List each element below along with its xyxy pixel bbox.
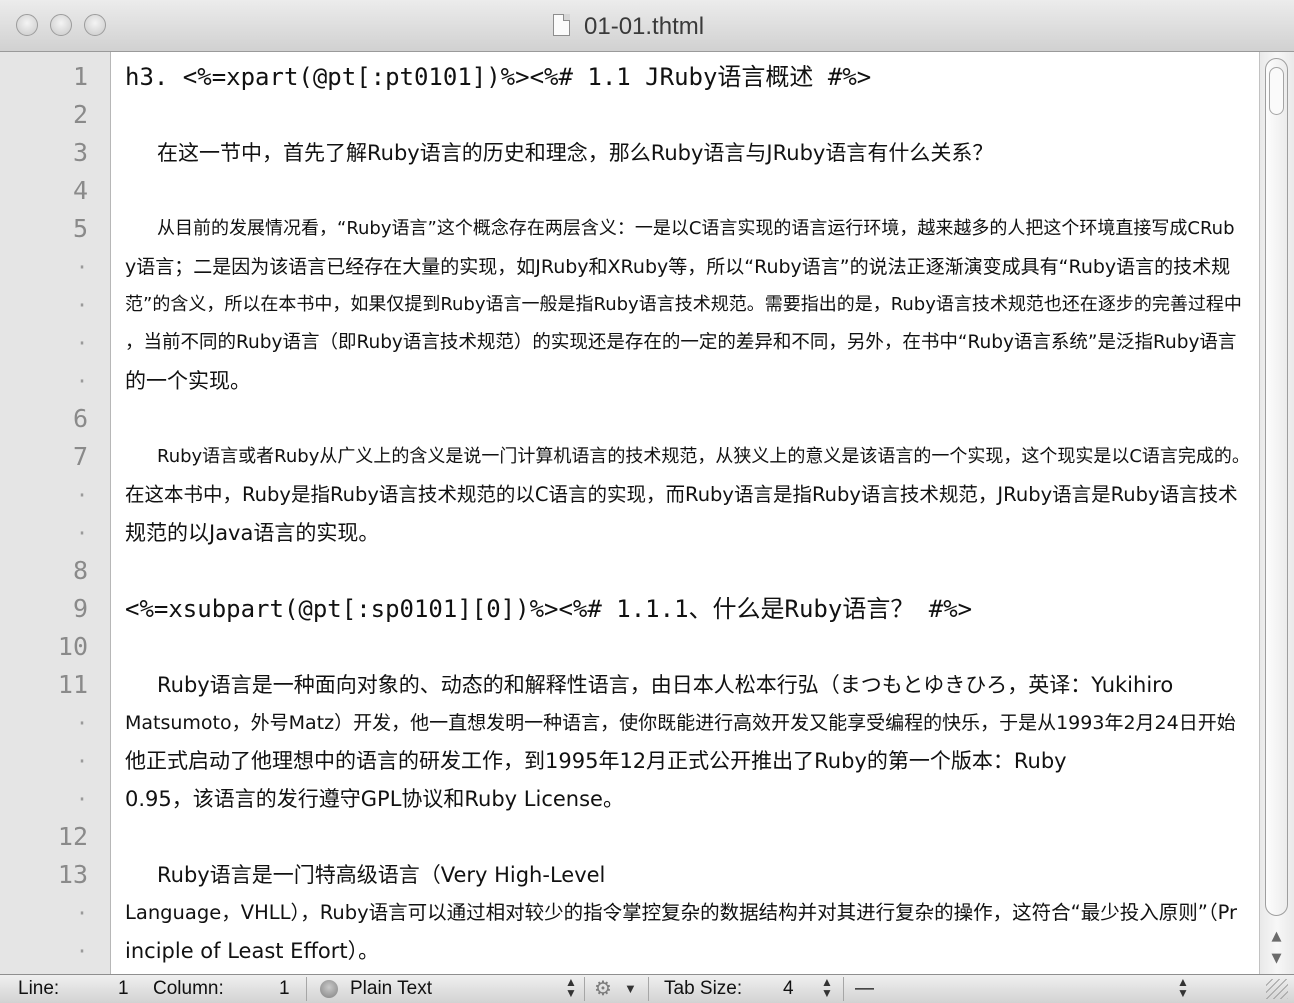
text-line: 的一个实现。 (125, 369, 251, 393)
line-number: · (75, 483, 88, 507)
line-number: 2 (72, 100, 88, 129)
line-number: 1 (72, 62, 88, 91)
text-editor[interactable]: h3. <%=xpart(@pt[:pt0101])%><%# 1.1 JRub… (111, 52, 1259, 974)
zoom-window-button[interactable] (84, 14, 106, 36)
tab-size-label: Tab Size: (664, 978, 743, 999)
syntax-updown-icon[interactable]: ▲ ▼ (565, 976, 577, 999)
syntax-mode-icon (320, 980, 338, 998)
line-number: · (75, 293, 88, 317)
text-line: Ruby语言或者Ruby从广义上的含义是说一门计算机语言的技术规范，从狭义上的意… (157, 446, 1250, 467)
text-line: 从目前的发展情况看，“Ruby语言”这个概念存在两层含义：一是以C语言实现的语言… (157, 218, 1235, 239)
text-line: Ruby语言是一种面向对象的、动态的和解释性语言，由日本人松本行弘（まつもとゆき… (157, 673, 1174, 697)
tab-size-updown-icon[interactable]: ▲ ▼ (821, 976, 833, 999)
line-number: · (75, 939, 88, 963)
line-number: 3 (72, 138, 88, 167)
text-line: 在这本书中，Ruby是指Ruby语言技术规范的以C语言的实现，而Ruby语言是指… (125, 483, 1238, 506)
scroll-down-arrow-icon[interactable]: ▼ (1260, 948, 1293, 970)
vertical-scrollbar[interactable]: ▲ ▼ (1259, 52, 1294, 974)
title-bar: 01-01.thtml (0, 0, 1294, 52)
line-number: 8 (72, 556, 88, 585)
minimize-window-button[interactable] (50, 14, 72, 36)
column-label: Column: (153, 978, 224, 999)
text-line: inciple of Least Effort）。 (125, 939, 380, 963)
gear-icon[interactable]: ⚙ (594, 978, 612, 1000)
line-number: 6 (72, 404, 88, 433)
line-number: 13 (57, 860, 88, 889)
chevron-down-icon[interactable]: ▼ (624, 978, 637, 1000)
text-line: ，当前不同的Ruby语言（即Ruby语言技术规范）的实现还是存在的一定的差异和不… (125, 332, 1237, 353)
line-number: · (75, 711, 88, 735)
line-number: · (75, 901, 88, 925)
line-label: Line: (18, 978, 60, 999)
line-number: · (75, 749, 88, 773)
scrollbar-thumb[interactable] (1265, 58, 1288, 916)
symbol-updown-icon[interactable]: ▲ ▼ (1177, 976, 1189, 999)
status-bar: Line: 1 Column: 1 Plain Text ▲ ▼ ⚙ ▼ Tab … (0, 974, 1294, 1003)
text-line: 范”的含义，所以在本书中，如果仅提到Ruby语言一般是指Ruby语言技术规范。需… (125, 294, 1242, 315)
text-line: Ruby语言是一门特高级语言（Very High-Level (157, 863, 606, 887)
resize-grip-icon[interactable] (1266, 979, 1288, 999)
text-line: 他正式启动了他理想中的语言的研发工作，到1995年12月正式公开推出了Ruby的… (125, 749, 1067, 773)
line-number: · (75, 787, 88, 811)
symbol-select[interactable]: — (855, 978, 874, 1000)
column-value: 1 (279, 978, 290, 999)
text-line: 在这一节中，首先了解Ruby语言的历史和理念，那么Ruby语言与JRuby语言有… (157, 141, 994, 165)
text-line: Language，VHLL），Ruby语言可以通过相对较少的指令掌控复杂的数据结… (125, 901, 1238, 924)
window-title: 01-01.thtml (584, 13, 705, 40)
line-number: 5 (72, 214, 88, 243)
text-line: 0.95，该语言的发行遵守GPL协议和Ruby License。 (125, 787, 624, 811)
line-number: 9 (72, 594, 88, 623)
text-line: h3. <%=xpart(@pt[:pt0101])%><%# 1.1 JRub… (125, 63, 872, 91)
text-line: <%=xsubpart(@pt[:sp0101][0])%><%# 1.1.1、… (125, 595, 973, 623)
line-number: 12 (57, 822, 88, 851)
tab-size-value[interactable]: 4 (783, 978, 794, 1000)
text-line: Matsumoto，外号Matz）开发，他一直想发明一种语言，使你既能进行高效开… (125, 712, 1236, 734)
scroll-up-arrow-icon[interactable]: ▲ (1260, 926, 1293, 948)
syntax-mode-select[interactable]: Plain Text (350, 978, 432, 1000)
line-number: 11 (57, 670, 88, 699)
text-line: y语言；二是因为该语言已经存在大量的实现，如JRuby和XRuby等，所以“Ru… (125, 256, 1231, 278)
close-window-button[interactable] (16, 14, 38, 36)
line-number-gutter: 1 2 3 4 5 · · · · 6 7 · · 8 9 10 11 · · · 12 13 · · (0, 52, 111, 974)
line-number: · (75, 369, 88, 393)
line-number: · (75, 255, 88, 279)
line-number: 10 (57, 632, 88, 661)
line-number: · (75, 331, 88, 355)
line-number: 7 (72, 442, 88, 471)
line-number: 4 (72, 176, 88, 205)
document-icon (553, 14, 570, 36)
line-value: 1 (118, 978, 129, 999)
text-line: 规范的以Java语言的实现。 (125, 521, 380, 545)
line-number: · (75, 521, 88, 545)
